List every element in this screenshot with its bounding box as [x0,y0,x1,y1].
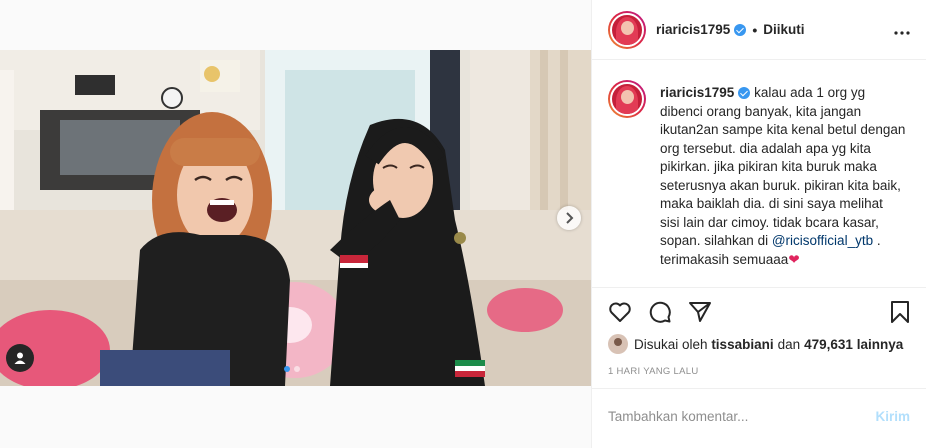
caption-username[interactable]: riaricis1795 [660,85,734,100]
share-button[interactable] [688,300,712,324]
bookmark-icon [891,301,909,323]
comment-button[interactable] [648,300,672,324]
carousel-dot [294,366,300,372]
chevron-right-icon [566,212,574,224]
likes-conjunction: dan [777,336,801,352]
verified-badge-icon [734,24,747,37]
more-horizontal-icon [894,31,910,35]
post-comment-button[interactable]: Kirim [875,409,910,424]
caption: riaricis1795 kalau ada 1 org yg dibenci … [608,80,910,269]
verified-badge-icon [738,87,751,100]
likes-count[interactable]: 479,631 lainnya [804,337,903,352]
caption-mention-link[interactable]: @ricisofficial_ytb [772,233,873,248]
more-options-button[interactable] [894,24,910,35]
post-photo[interactable] [0,50,591,386]
action-bar [608,298,912,326]
carousel-next-button[interactable] [557,206,581,230]
person-icon [14,352,26,364]
caption-body: kalau ada 1 org yg dibenci orang banyak,… [660,85,906,248]
separator-dot: • [752,21,758,38]
paper-plane-icon [689,302,711,322]
post-side-panel: riaricis1795 • Diikuti riaricis1795 kala… [591,0,926,448]
post-timestamp[interactable]: 1 HARI YANG LALU [608,366,699,377]
user-tags-button[interactable] [6,344,34,372]
avatar[interactable] [608,10,646,49]
header-username[interactable]: riaricis1795 [656,22,747,37]
comment-input[interactable]: Tambahkan komentar... [608,409,748,424]
caption-text: riaricis1795 kalau ada 1 org yg dibenci … [660,84,906,269]
liker-avatar[interactable] [608,334,628,354]
comment-bubble-icon [649,301,671,323]
liker-username[interactable]: tissabiani [711,337,773,352]
save-button[interactable] [888,300,912,324]
carousel-dot-active [284,366,290,372]
photo-illustration [0,50,591,386]
heart-emoji: ❤ [788,251,800,267]
media-area [0,0,591,448]
like-button[interactable] [608,300,632,324]
follow-status-button[interactable]: Diikuti [763,22,804,37]
heart-outline-icon [609,302,631,322]
likes-prefix: Disukai oleh [634,336,708,352]
add-comment-bar: Tambahkan komentar... Kirim [592,388,926,444]
carousel-indicator [284,366,300,372]
comments-section: riaricis1795 kalau ada 1 org yg dibenci … [592,60,926,288]
caption-avatar[interactable] [608,80,646,118]
post-header: riaricis1795 • Diikuti [592,0,926,60]
likes-summary: Disukai oleh tissabiani dan 479,631 lain… [608,334,903,354]
